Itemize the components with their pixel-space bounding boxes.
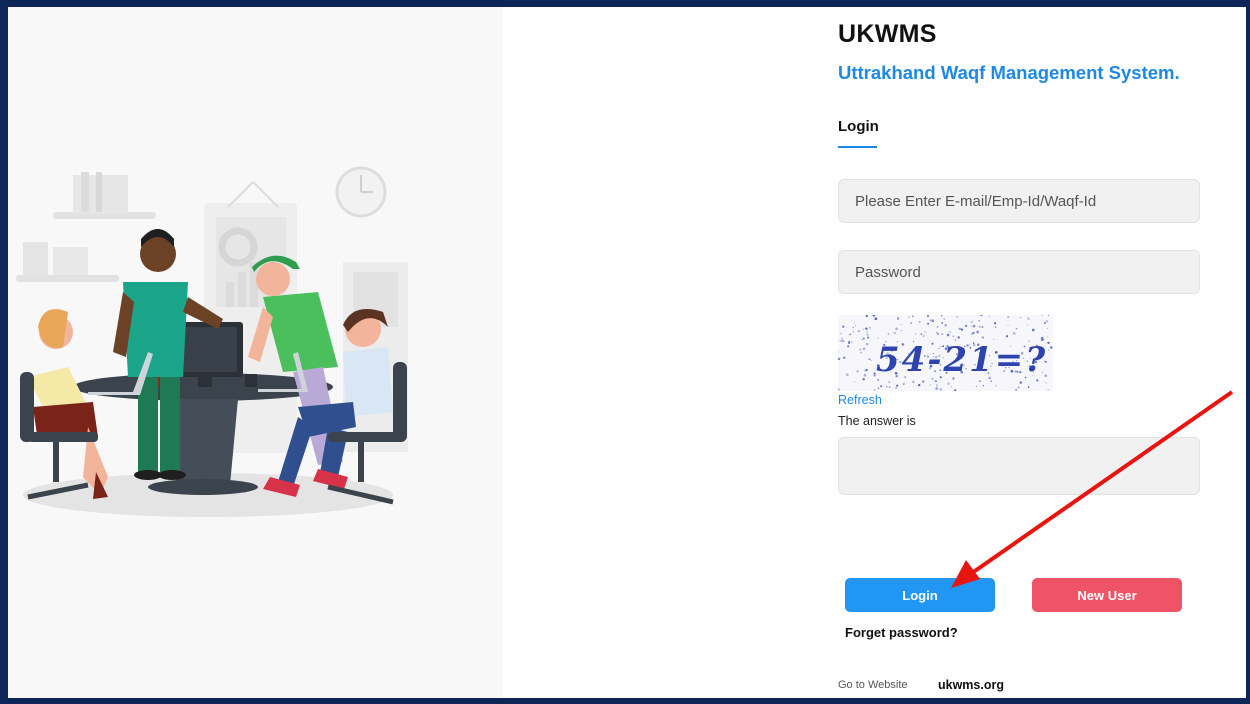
captcha-image: 54-21=? (838, 315, 1053, 391)
new-user-button[interactable]: New User (1032, 578, 1182, 612)
tab-active-indicator (838, 146, 877, 148)
password-input[interactable] (838, 250, 1200, 294)
captcha-refresh-link[interactable]: Refresh (838, 393, 882, 407)
website-link[interactable]: ukwms.org (938, 678, 1004, 692)
captcha-text: 54-21=? (876, 340, 1047, 380)
answer-label: The answer is (838, 414, 916, 428)
login-button[interactable]: Login (845, 578, 995, 612)
forget-password-link[interactable]: Forget password? (845, 625, 958, 640)
tab-login[interactable]: Login (838, 118, 879, 135)
email-input[interactable] (838, 179, 1200, 223)
brand-subtitle: Uttrakhand Waqf Management System. (838, 62, 1180, 83)
brand-title: UKWMS (838, 20, 937, 48)
team-working-illustration (16, 166, 408, 517)
illustration-panel (8, 7, 503, 698)
go-to-website-label: Go to Website (838, 679, 908, 691)
captcha-answer-input[interactable] (838, 437, 1200, 495)
